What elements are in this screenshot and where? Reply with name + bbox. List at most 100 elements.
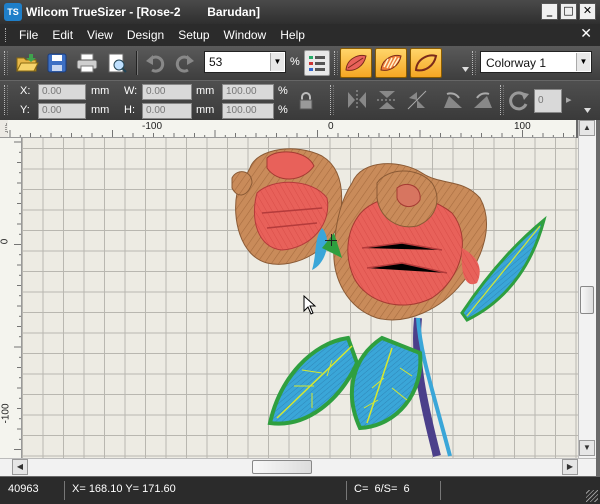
toolbar-overflow-icon[interactable]	[584, 105, 591, 113]
mirror-vertical-button[interactable]	[374, 87, 400, 113]
spin-arrow-icon[interactable]: ▸	[566, 93, 572, 106]
design-list-button[interactable]	[304, 50, 330, 76]
menu-grip	[5, 28, 8, 42]
w-label: W:	[124, 85, 138, 97]
y-label: Y:	[20, 104, 30, 116]
proportional-lock-button[interactable]	[294, 89, 318, 113]
standard-toolbar: 53 ▼ % Colorway 1 ▼	[0, 46, 600, 80]
print-preview-button[interactable]	[104, 50, 130, 76]
status-separator	[64, 481, 65, 500]
zoom-input[interactable]: 53 ▼	[204, 51, 286, 73]
x-field[interactable]: 0.00	[38, 84, 86, 100]
ruler-label-100: 100	[514, 121, 531, 132]
x-unit: mm	[91, 85, 110, 97]
print-button[interactable]	[74, 50, 100, 76]
toolbar-separator	[136, 51, 138, 75]
open-folder-icon	[16, 54, 39, 72]
menu-bar: File Edit View Design Setup Window Help …	[0, 24, 600, 46]
w-unit: mm	[196, 85, 215, 97]
toolbar-overflow-icon[interactable]	[462, 64, 469, 74]
document-close-button[interactable]: ✕	[580, 26, 592, 42]
rotate-right-icon	[474, 92, 492, 108]
toolbar-grip	[4, 85, 8, 115]
h-percent-field[interactable]: 100.00	[222, 103, 274, 119]
menu-setup[interactable]: Setup	[171, 24, 216, 46]
toolbar-grip	[334, 51, 338, 75]
vertical-scrollbar[interactable]: ▲ ▼	[578, 120, 596, 458]
toolbar-grip	[472, 51, 476, 75]
window-controls: _ □ ✕	[541, 3, 596, 20]
menu-window[interactable]: Window	[217, 24, 274, 46]
ruler-label-v0: 0	[0, 238, 11, 245]
toolbar-grip	[500, 85, 504, 115]
color-stop-count: C= 6/S= 6	[354, 483, 410, 495]
ruler-label-0: 0	[328, 121, 334, 132]
colorway-dropdown-icon[interactable]: ▼	[576, 53, 590, 71]
transform-toolbar: X: 0.00 mm Y: 0.00 mm W: 0.00 mm 100.00 …	[0, 80, 600, 120]
title-bar: TS Wilcom TrueSizer - [Rose-2 Barudan] _…	[0, 0, 600, 24]
horizontal-scroll-thumb[interactable]	[252, 460, 312, 474]
h-label: H:	[124, 104, 135, 116]
rotate-left-button[interactable]	[440, 87, 466, 113]
rotate-angle-field[interactable]: 0	[534, 89, 562, 113]
mirror-horizontal-button[interactable]	[344, 87, 370, 113]
rotate-right-button[interactable]	[470, 87, 496, 113]
menu-design[interactable]: Design	[120, 24, 171, 46]
stitch-type-3-icon	[414, 54, 438, 72]
h-unit: mm	[196, 104, 215, 116]
crosshair-icon	[331, 234, 332, 246]
ruler-label-neg100: -100	[142, 121, 163, 132]
maximize-button[interactable]: □	[560, 3, 577, 20]
status-separator	[440, 481, 441, 500]
colorway-select[interactable]: Colorway 1 ▼	[480, 51, 592, 73]
close-button[interactable]: ✕	[579, 3, 596, 20]
horizontal-ruler: -100 0 100	[8, 120, 576, 138]
y-field[interactable]: 0.00	[38, 103, 86, 119]
undo-button[interactable]	[142, 50, 168, 76]
rose-embroidery-design[interactable]	[22, 138, 578, 458]
lock-icon	[299, 92, 313, 110]
redo-button[interactable]	[172, 50, 198, 76]
w-percent-field[interactable]: 100.00	[222, 84, 274, 100]
horizontal-scrollbar[interactable]: ◀ ▶	[0, 458, 596, 476]
save-button[interactable]	[44, 50, 70, 76]
w-field[interactable]: 0.00	[142, 84, 192, 100]
mirror-diagonal-button[interactable]	[404, 87, 430, 113]
rotate-angle-button[interactable]	[506, 87, 532, 113]
w-pct-unit: %	[278, 85, 288, 97]
undo-icon	[146, 55, 165, 73]
scroll-up-icon[interactable]: ▲	[579, 120, 595, 136]
scroll-left-icon[interactable]: ◀	[12, 459, 28, 475]
design-list-icon	[309, 56, 325, 71]
status-bar: 40963 X= 168.10 Y= 171.60 C= 6/S= 6	[0, 477, 600, 504]
minimize-button[interactable]: _	[541, 3, 558, 20]
resize-grip-icon[interactable]	[586, 490, 598, 502]
colorway-value: Colorway 1	[486, 56, 547, 70]
menu-edit[interactable]: Edit	[45, 24, 80, 46]
y-unit: mm	[91, 104, 110, 116]
scroll-down-icon[interactable]: ▼	[579, 440, 595, 456]
h-field[interactable]: 0.00	[142, 103, 192, 119]
stitch-type-1-button[interactable]	[340, 48, 372, 78]
vertical-ruler: 0 -100	[0, 138, 22, 458]
scroll-right-icon[interactable]: ▶	[562, 459, 578, 475]
menu-file[interactable]: File	[12, 24, 45, 46]
menu-view[interactable]: View	[80, 24, 120, 46]
h-pct-unit: %	[278, 104, 288, 116]
zoom-dropdown-icon[interactable]: ▼	[270, 53, 284, 71]
toolbar-grip	[4, 51, 8, 75]
zoom-unit: %	[290, 56, 300, 68]
zoom-value: 53	[209, 55, 223, 69]
design-canvas[interactable]	[22, 138, 578, 458]
print-preview-icon	[108, 53, 127, 73]
open-button[interactable]	[14, 50, 40, 76]
vertical-scroll-thumb[interactable]	[580, 286, 594, 314]
stitch-type-2-button[interactable]	[375, 48, 407, 78]
menu-help[interactable]: Help	[273, 24, 312, 46]
toolbar-grip	[330, 85, 334, 115]
mirror-vertical-icon	[377, 91, 397, 109]
stitch-type-3-button[interactable]	[410, 48, 442, 78]
mouse-cursor-icon	[303, 295, 317, 315]
mirror-horizontal-icon	[348, 90, 366, 110]
mirror-diagonal-icon	[407, 90, 427, 110]
